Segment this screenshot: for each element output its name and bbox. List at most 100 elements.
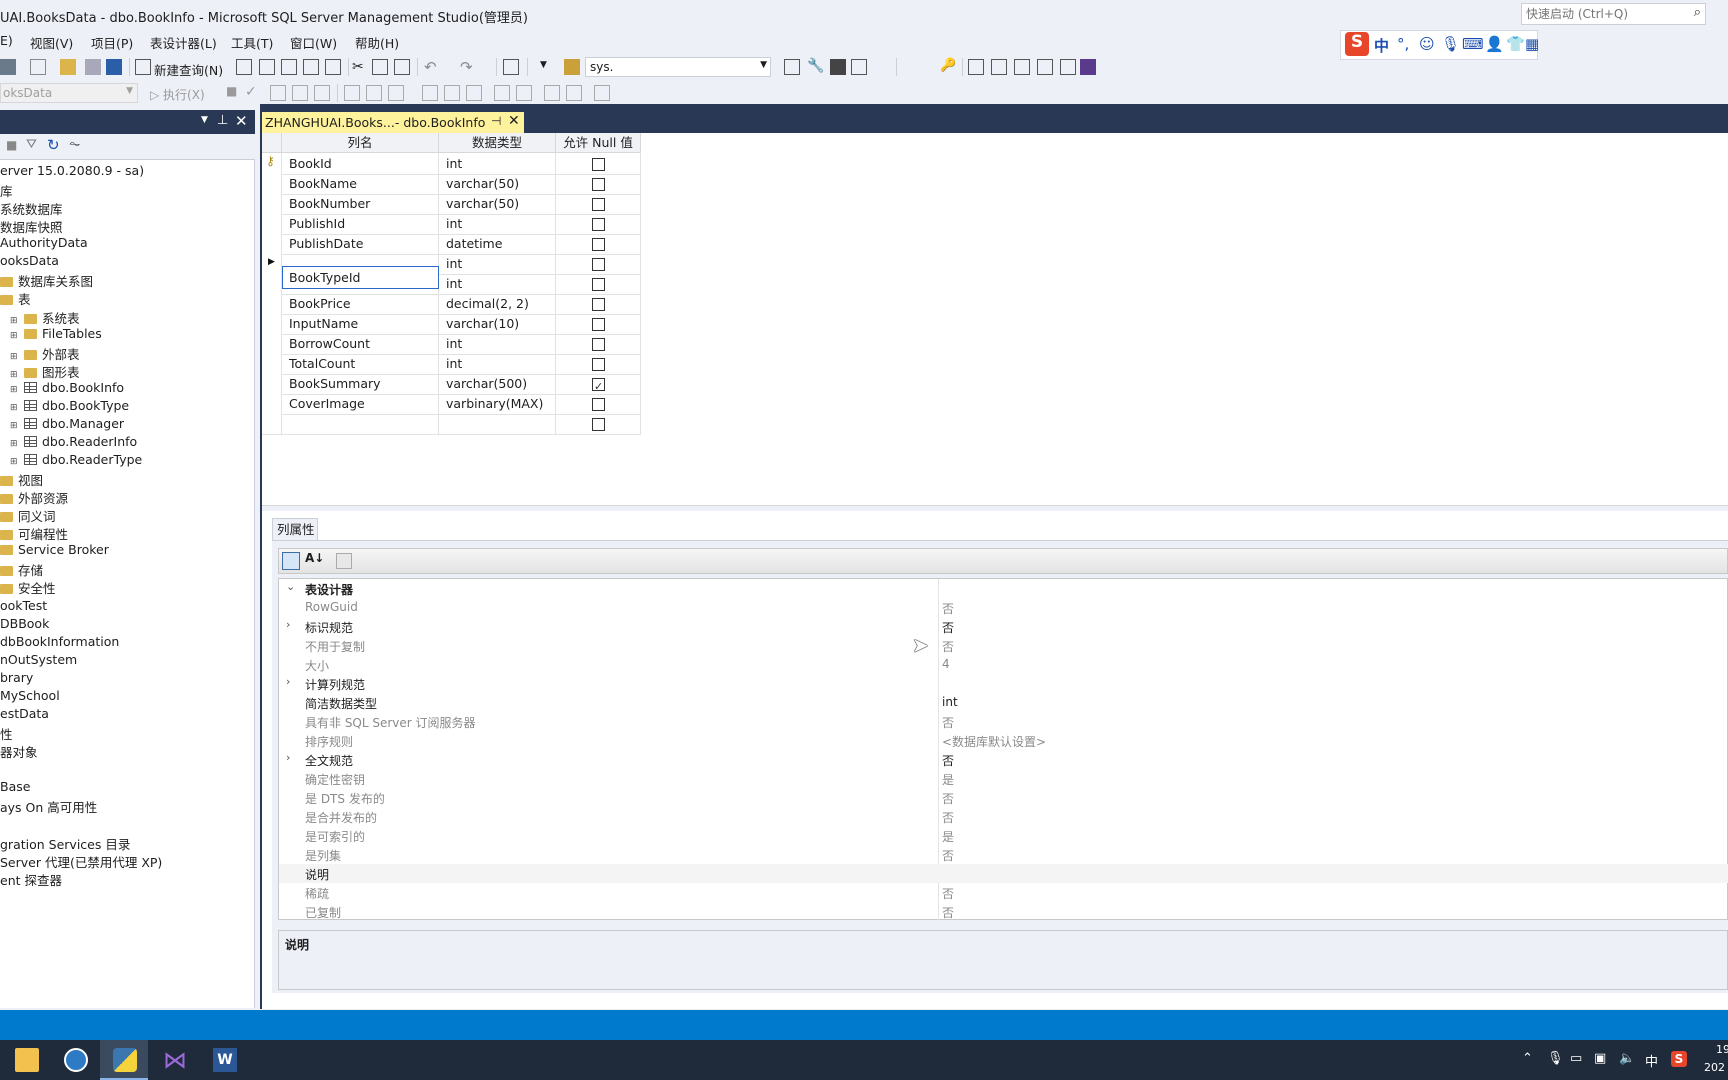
toolbar-icon-c[interactable] (314, 85, 330, 101)
sogou-tray-icon[interactable]: S (1671, 1051, 1687, 1067)
property-row[interactable]: › 标识规范 否 (279, 617, 1728, 636)
property-row[interactable]: › 计算列规范 (279, 674, 1728, 693)
copy-icon[interactable] (372, 59, 388, 75)
new-project-icon[interactable] (0, 59, 16, 75)
close-icon[interactable]: ✕ (508, 113, 520, 129)
tree-node[interactable]: Server 代理(已禁用代理 XP) (0, 852, 162, 871)
tree-node[interactable]: erver 15.0.2080.9 - sa) (0, 163, 144, 178)
column-name-cell[interactable]: PublishDate (282, 233, 439, 255)
row-selector[interactable] (262, 313, 282, 335)
xml-index-icon[interactable] (1037, 59, 1053, 75)
quick-launch-input[interactable] (1522, 4, 1690, 24)
new-query-icon[interactable] (135, 59, 151, 75)
data-type-cell[interactable]: int (439, 333, 556, 355)
paste-icon[interactable] (394, 59, 410, 75)
tree-node[interactable]: 器对象 (0, 742, 38, 761)
data-type-cell[interactable]: decimal(2, 2) (439, 293, 556, 315)
column-name-editor[interactable]: BookTypeId (282, 266, 439, 289)
menu-project[interactable]: 项目(P) (91, 33, 133, 52)
tree-node[interactable]: 同义词 (0, 506, 56, 525)
tab-column-properties[interactable]: 列属性 (272, 518, 318, 540)
expand-icon[interactable]: ⊞ (10, 439, 20, 449)
collapse-icon[interactable]: ⌄ (286, 580, 295, 593)
stop-icon[interactable]: ■ (226, 84, 237, 98)
property-value[interactable]: 否 (942, 809, 954, 826)
property-row[interactable]: 简洁数据类型 int (279, 693, 1728, 712)
tree-node[interactable]: 数据库关系图 (0, 271, 93, 290)
expand-icon[interactable]: ⊞ (10, 457, 20, 467)
wrench-icon[interactable]: 🔧 (807, 58, 824, 74)
property-row[interactable]: 是合并发布的 否 (279, 807, 1728, 826)
chevron-up-icon[interactable]: ⌃ (1522, 1051, 1533, 1066)
tree-node[interactable]: 可编程性 (0, 524, 68, 543)
expand-icon[interactable]: ⊞ (10, 421, 20, 431)
query-icon-3[interactable] (281, 59, 297, 75)
data-type-cell[interactable]: varchar(10) (439, 313, 556, 335)
tree-node[interactable]: ⊞ 图形表 (10, 362, 80, 381)
menu-tools[interactable]: 工具(T) (231, 33, 273, 52)
property-row[interactable]: 稀疏 否 (279, 883, 1728, 902)
tree-node[interactable]: 库 (0, 181, 13, 200)
tree-node[interactable]: gration Services 目录 (0, 834, 130, 853)
property-pages-icon[interactable] (336, 553, 352, 569)
property-row[interactable]: 说明 (279, 864, 1728, 883)
menu-window[interactable]: 窗口(W) (290, 33, 337, 52)
toolbar-icon-g[interactable] (422, 85, 438, 101)
chevron-down-icon[interactable]: ▼ (201, 115, 208, 125)
data-type-cell[interactable]: datetime (439, 233, 556, 255)
data-type-cell[interactable]: varchar(50) (439, 173, 556, 195)
data-type-cell[interactable]: varbinary(MAX) (439, 393, 556, 415)
file-explorer-button[interactable] (2, 1040, 50, 1080)
new-query-button[interactable]: 新建查询(N) (154, 60, 223, 79)
microphone-icon[interactable]: 🎙 (1441, 35, 1460, 53)
spatial-index-icon[interactable] (1060, 59, 1076, 75)
find-icon[interactable] (564, 59, 580, 75)
property-row[interactable]: 是 DTS 发布的 否 (279, 788, 1728, 807)
data-type-cell[interactable] (439, 413, 556, 435)
toolbar-icon-f[interactable] (388, 85, 404, 101)
tree-node[interactable]: AuthorityData (0, 235, 88, 250)
tab-table-designer[interactable]: ZHANGHUAI.Books...- dbo.BookInfo ⊣ ✕ (262, 112, 524, 133)
ime-indicator[interactable]: 中 (1645, 1051, 1658, 1070)
column-name-cell[interactable]: BookName (282, 173, 439, 195)
tree-node[interactable]: 安全性 (0, 578, 56, 597)
allow-null-checkbox[interactable] (592, 278, 605, 291)
database-selector[interactable]: sys. ▼ (585, 57, 771, 77)
row-selector[interactable] (262, 213, 282, 235)
row-selector[interactable] (262, 233, 282, 255)
allow-null-checkbox[interactable] (592, 298, 605, 311)
tree-node[interactable]: 系统数据库 (0, 199, 63, 218)
toolbar-icon-b[interactable] (292, 85, 308, 101)
tree-node[interactable]: 性 (0, 724, 13, 743)
property-value[interactable]: int (942, 695, 958, 709)
query-icon-5[interactable] (325, 59, 341, 75)
column-name-cell[interactable]: BorrowCount (282, 333, 439, 355)
row-selector[interactable] (262, 413, 282, 435)
expand-icon[interactable]: ⊞ (10, 352, 20, 362)
tree-node[interactable]: 存储 (0, 560, 43, 579)
chinese-mode-icon[interactable]: 中 (1374, 35, 1389, 56)
tree-node[interactable]: ⊞ 外部表 (10, 344, 80, 363)
user-icon[interactable]: 👤 (1485, 35, 1504, 53)
activity-monitor-icon[interactable]: ⏦ (69, 136, 80, 152)
column-name-cell[interactable]: BookId (282, 153, 439, 175)
allow-null-checkbox[interactable] (592, 198, 605, 211)
comment-icon[interactable] (494, 85, 510, 101)
data-type-cell[interactable]: int (439, 153, 556, 175)
indexes-icon[interactable] (991, 59, 1007, 75)
visual-studio-button[interactable]: ⋈ (150, 1040, 198, 1080)
tree-node[interactable]: 视图 (0, 470, 43, 489)
data-type-cell[interactable]: int (439, 213, 556, 235)
data-type-cell[interactable]: int (439, 273, 556, 295)
ssms-button[interactable] (51, 1040, 99, 1080)
fulltext-icon[interactable] (1014, 59, 1030, 75)
uncomment-icon[interactable] (516, 85, 532, 101)
property-row[interactable]: ⌄ 表设计器 (279, 579, 1728, 598)
property-row[interactable]: 确定性密钥 是 (279, 769, 1728, 788)
chevron-down-icon[interactable]: ▼ (760, 60, 767, 70)
tree-node[interactable]: Base (0, 779, 30, 794)
skin-icon[interactable]: 👕 (1506, 35, 1525, 53)
tree-node[interactable]: MySchool (0, 688, 60, 703)
property-row[interactable]: RowGuid 否 (279, 598, 1728, 617)
pin-icon[interactable]: ⊣ (491, 114, 501, 128)
